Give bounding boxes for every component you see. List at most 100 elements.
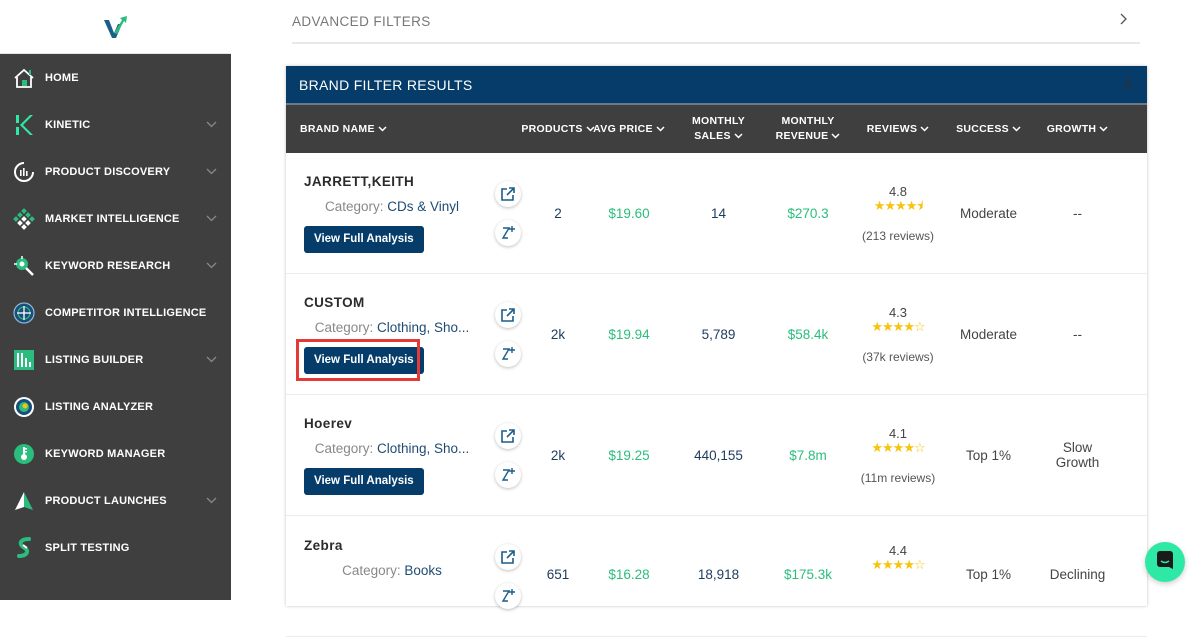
sidebar-item-label: LISTING BUILDER — [45, 353, 144, 366]
highlighted-button-wrap: View Full Analysis — [296, 338, 424, 381]
chat-launcher-button[interactable] — [1145, 542, 1185, 582]
chevron-down-icon[interactable] — [205, 119, 217, 131]
category-prefix: Category: — [314, 319, 377, 335]
sidebar-item-product-discovery[interactable]: PRODUCT DISCOVERY — [0, 148, 231, 195]
listing-builder-icon — [13, 349, 35, 371]
view-full-analysis-button[interactable]: View Full Analysis — [304, 225, 424, 253]
add-to-compare-icon[interactable] — [495, 340, 521, 367]
chevron-right-icon — [1120, 12, 1128, 30]
v-logo-icon — [103, 15, 127, 38]
column-header-products[interactable]: PRODUCTS — [521, 122, 595, 137]
sidebar-item-market-intelligence[interactable]: MARKET INTELLIGENCE — [0, 195, 231, 242]
growth-value: Declining — [1049, 567, 1106, 582]
sidebar-item-label: LISTING ANALYZER — [45, 400, 154, 413]
chevron-down-icon[interactable] — [205, 166, 217, 178]
star-rating-icon: ★★★★☆ — [871, 318, 925, 334]
table-header: BRAND NAME PRODUCTS AVG PRICE MONTHLY SAL… — [286, 105, 1147, 153]
reviews-cell: 4.4 ★★★★☆ — [853, 538, 943, 588]
keyword-research-icon — [13, 255, 35, 277]
logo-area[interactable] — [0, 0, 231, 54]
column-header-success[interactable]: SUCCESS — [943, 122, 1034, 137]
monthly-sales-value: 5,789 — [701, 326, 736, 342]
category-link[interactable]: Clothing, Sho... — [377, 441, 469, 456]
chevron-down-icon — [734, 129, 743, 144]
monthly-sales-value: 18,918 — [697, 567, 740, 582]
sidebar-item-listing-analyzer[interactable]: LISTING ANALYZER — [0, 383, 231, 430]
star-rating-icon: ★★★★⯨ — [873, 197, 924, 213]
chevron-down-icon[interactable] — [205, 213, 217, 225]
open-external-icon[interactable] — [495, 544, 521, 570]
sidebar-item-label: PRODUCT DISCOVERY — [45, 165, 171, 178]
category-link[interactable]: Clothing, Sho... — [377, 320, 469, 335]
products-value: 2k — [550, 447, 566, 463]
brand-cell: Zebra Category: Books — [286, 538, 484, 590]
chat-icon — [1156, 550, 1174, 575]
brand-name: JARRETT,KEITH — [304, 173, 415, 189]
highlight-box — [296, 338, 420, 381]
chevron-down-icon[interactable] — [205, 260, 217, 272]
monthly-revenue-value: $7.8m — [789, 447, 827, 463]
column-header-growth[interactable]: GROWTH — [1034, 122, 1121, 137]
sidebar-item-split-testing[interactable]: SPLIT TESTING — [0, 524, 231, 571]
category-link[interactable]: Books — [404, 563, 442, 578]
column-label: GROWTH — [1046, 122, 1097, 135]
column-label: BRAND NAME — [300, 122, 375, 135]
products-value: 2 — [554, 205, 562, 221]
sidebar-item-keyword-research[interactable]: KEYWORD RESEARCH — [0, 242, 231, 289]
add-to-compare-icon[interactable] — [495, 219, 521, 246]
chevron-down-icon — [920, 122, 929, 137]
chevron-down-icon — [1099, 122, 1108, 137]
download-icon[interactable] — [1122, 74, 1134, 95]
success-value: Top 1% — [965, 567, 1012, 582]
column-header-monthly-sales[interactable]: MONTHLY SALES — [674, 114, 763, 144]
open-external-icon[interactable] — [495, 180, 521, 207]
category-link[interactable]: CDs & Vinyl — [387, 199, 459, 214]
keyword-manager-icon — [13, 443, 35, 465]
category-prefix: Category: — [314, 440, 377, 456]
chevron-down-icon[interactable] — [205, 495, 217, 507]
monthly-revenue-value: $58.4k — [787, 326, 829, 342]
sidebar-item-label: COMPETITOR INTELLIGENCE — [45, 306, 207, 319]
chevron-down-icon[interactable] — [205, 354, 217, 366]
column-header-avg-price[interactable]: AVG PRICE — [584, 122, 674, 137]
review-count: (11m reviews) — [860, 470, 936, 485]
column-label: AVG PRICE — [593, 122, 653, 135]
success-value: Moderate — [959, 205, 1018, 221]
category-prefix: Category: — [324, 198, 388, 214]
category-prefix: Category: — [342, 563, 405, 578]
column-label: MONTHLY — [691, 115, 746, 127]
sidebar-item-kinetic[interactable]: KINETIC — [0, 101, 231, 148]
market-intelligence-icon — [13, 207, 35, 230]
add-to-compare-icon[interactable] — [495, 583, 521, 609]
growth-value: -- — [1073, 205, 1082, 221]
brand-category: Category: Clothing, Sho... — [304, 441, 480, 456]
chevron-down-icon — [831, 129, 840, 144]
growth-line: Growth — [1055, 455, 1100, 470]
sidebar-item-keyword-manager[interactable]: KEYWORD MANAGER — [0, 430, 231, 477]
sidebar-item-home[interactable]: HOME — [0, 54, 231, 101]
advanced-filters-toggle[interactable]: ADVANCED FILTERS — [292, 0, 1140, 44]
column-header-monthly-revenue[interactable]: MONTHLY REVENUE — [763, 114, 853, 144]
brand-category: Category: Clothing, Sho... — [304, 320, 480, 335]
advanced-filters-label: ADVANCED FILTERS — [292, 13, 431, 29]
products-value: 2k — [550, 326, 566, 342]
column-header-brand-name[interactable]: BRAND NAME — [286, 122, 484, 137]
open-external-icon[interactable] — [495, 422, 521, 449]
column-label: MONTHLY — [781, 115, 835, 127]
sidebar-item-listing-builder[interactable]: LISTING BUILDER — [0, 336, 231, 383]
open-external-icon[interactable] — [495, 301, 521, 328]
view-full-analysis-button[interactable]: View Full Analysis — [304, 467, 424, 495]
chevron-down-icon — [656, 122, 665, 137]
add-to-compare-icon[interactable] — [495, 461, 521, 488]
table-row: CUSTOM Category: Clothing, Sho... View F… — [286, 274, 1147, 395]
split-testing-icon — [13, 536, 35, 559]
brand-filter-results-panel: BRAND FILTER RESULTS BRAND NAME PRODUCTS… — [286, 66, 1147, 637]
column-header-reviews[interactable]: REVIEWS — [853, 122, 943, 137]
avg-price-value: $16.28 — [608, 567, 650, 582]
table-row: Hoerev Category: Clothing, Sho... View F… — [286, 395, 1147, 516]
sidebar-item-competitor-intelligence[interactable]: COMPETITOR INTELLIGENCE — [0, 289, 231, 336]
reviews-cell: 4.3 ★★★★☆ (37k reviews) — [853, 305, 943, 364]
sidebar-item-product-launches[interactable]: PRODUCT LAUNCHES — [0, 477, 231, 524]
brand-category: Category: CDs & Vinyl — [304, 199, 480, 214]
growth-value: -- — [1073, 326, 1082, 342]
